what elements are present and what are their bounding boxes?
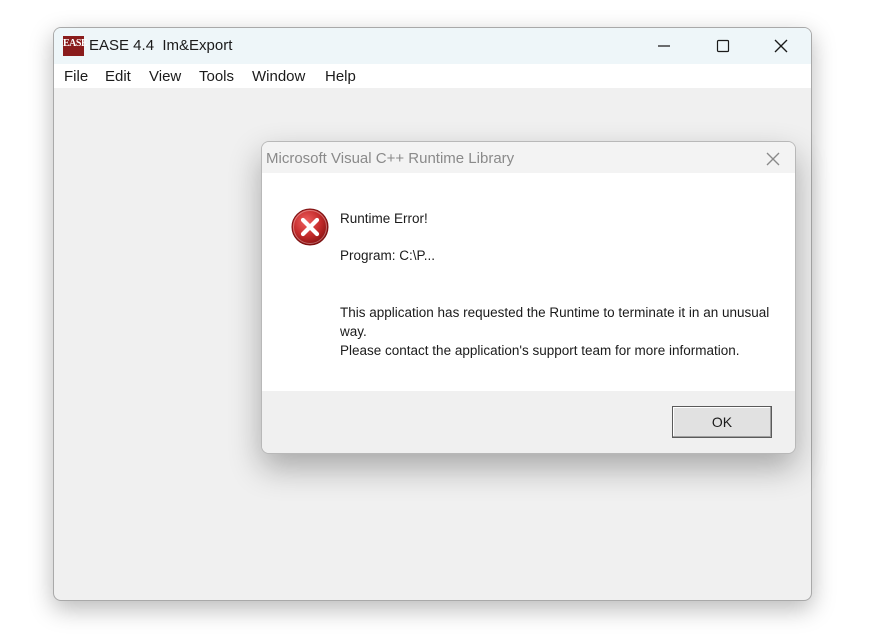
desktop: EASE EASE 4.4 Im&Export File Edit View T…: [0, 0, 881, 635]
ok-button[interactable]: OK: [672, 406, 772, 438]
maximize-button[interactable]: [694, 28, 752, 64]
minimize-icon: [658, 45, 670, 47]
error-dialog: Microsoft Visual C++ Runtime Library Run…: [261, 141, 796, 454]
dialog-title: Microsoft Visual C++ Runtime Library: [266, 150, 515, 167]
titlebar[interactable]: EASE EASE 4.4 Im&Export: [54, 28, 811, 64]
window-title: EASE 4.4 Im&Export: [89, 37, 233, 54]
close-icon: [774, 39, 788, 53]
dialog-close-button[interactable]: [759, 148, 787, 170]
program-path: Program: C:\P...: [340, 248, 436, 263]
dialog-titlebar[interactable]: Microsoft Visual C++ Runtime Library: [262, 142, 795, 173]
close-button[interactable]: [752, 28, 810, 64]
error-icon: [291, 208, 329, 246]
app-icon-text: EASE: [63, 38, 88, 49]
error-message-line2: Please contact the application's support…: [340, 343, 740, 358]
app-icon: EASE: [63, 36, 88, 56]
dialog-footer: OK: [262, 391, 795, 453]
close-icon: [766, 152, 780, 166]
menu-window[interactable]: Window: [252, 68, 305, 85]
maximize-icon: [716, 39, 730, 53]
menubar: File Edit View Tools Window Help: [54, 64, 811, 88]
error-message-line1: This application has requested the Runti…: [340, 305, 770, 339]
error-message: This application has requested the Runti…: [340, 303, 770, 360]
menu-tools[interactable]: Tools: [199, 68, 234, 85]
minimize-button[interactable]: [635, 28, 693, 64]
error-title: Runtime Error!: [340, 211, 428, 226]
menu-view[interactable]: View: [149, 68, 181, 85]
menu-help[interactable]: Help: [325, 68, 356, 85]
menu-edit[interactable]: Edit: [105, 68, 131, 85]
menu-file[interactable]: File: [64, 68, 88, 85]
dialog-body: Runtime Error! Program: C:\P... This app…: [262, 173, 795, 391]
